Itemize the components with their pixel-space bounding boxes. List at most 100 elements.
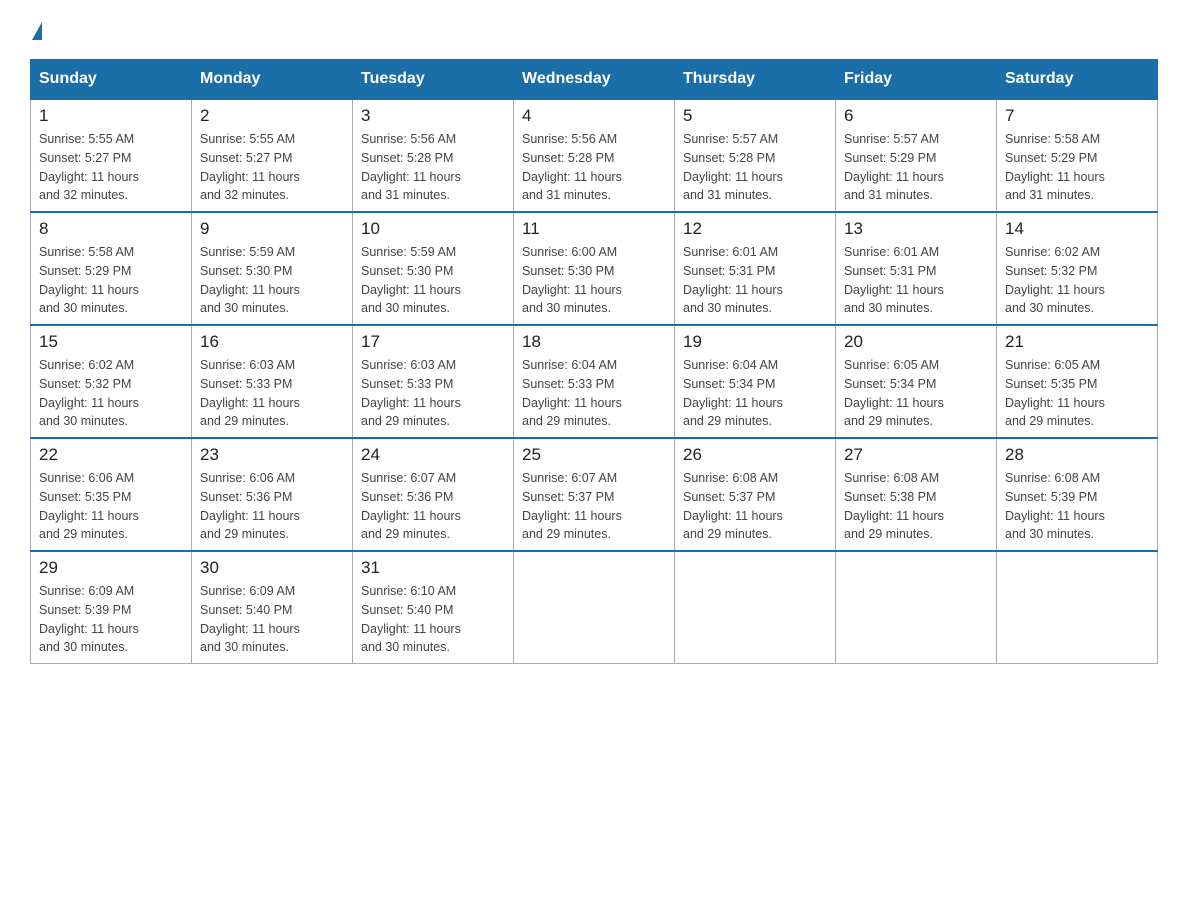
calendar-cell xyxy=(836,551,997,664)
calendar-cell xyxy=(997,551,1158,664)
day-info: Sunrise: 6:03 AMSunset: 5:33 PMDaylight:… xyxy=(361,356,505,431)
day-info: Sunrise: 5:56 AMSunset: 5:28 PMDaylight:… xyxy=(361,130,505,205)
calendar-cell: 26 Sunrise: 6:08 AMSunset: 5:37 PMDayligh… xyxy=(675,438,836,551)
calendar-cell: 4Sunrise: 5:56 AMSunset: 5:28 PMDaylight… xyxy=(514,99,675,212)
day-info: Sunrise: 6:03 AMSunset: 5:33 PMDaylight:… xyxy=(200,356,344,431)
day-number: 2 xyxy=(200,106,344,126)
day-number: 1 xyxy=(39,106,183,126)
calendar-cell: 1Sunrise: 5:55 AMSunset: 5:27 PMDaylight… xyxy=(31,99,192,212)
day-number: 3 xyxy=(361,106,505,126)
day-number: 12 xyxy=(683,219,827,239)
day-number: 21 xyxy=(1005,332,1149,352)
calendar-cell xyxy=(675,551,836,664)
calendar-cell: 15 Sunrise: 6:02 AMSunset: 5:32 PMDayligh… xyxy=(31,325,192,438)
calendar-cell: 25 Sunrise: 6:07 AMSunset: 5:37 PMDayligh… xyxy=(514,438,675,551)
calendar-cell: 8Sunrise: 5:58 AMSunset: 5:29 PMDaylight… xyxy=(31,212,192,325)
calendar-cell: 31Sunrise: 6:10 AMSunset: 5:40 PMDayligh… xyxy=(353,551,514,664)
day-info: Sunrise: 5:55 AMSunset: 5:27 PMDaylight:… xyxy=(200,130,344,205)
calendar-cell: 19 Sunrise: 6:04 AMSunset: 5:34 PMDayligh… xyxy=(675,325,836,438)
day-info: Sunrise: 6:02 AMSunset: 5:32 PMDaylight:… xyxy=(1005,243,1149,318)
calendar-cell: 17 Sunrise: 6:03 AMSunset: 5:33 PMDayligh… xyxy=(353,325,514,438)
day-number: 13 xyxy=(844,219,988,239)
day-number: 25 xyxy=(522,445,666,465)
calendar-cell xyxy=(514,551,675,664)
calendar-cell: 20 Sunrise: 6:05 AMSunset: 5:34 PMDayligh… xyxy=(836,325,997,438)
calendar-cell: 2 Sunrise: 5:55 AMSunset: 5:27 PMDaylight… xyxy=(192,99,353,212)
day-info: Sunrise: 6:08 AMSunset: 5:37 PMDaylight:… xyxy=(683,469,827,544)
calendar-cell: 28 Sunrise: 6:08 AMSunset: 5:39 PMDayligh… xyxy=(997,438,1158,551)
page-header xyxy=(30,20,1158,43)
calendar-cell: 27 Sunrise: 6:08 AMSunset: 5:38 PMDayligh… xyxy=(836,438,997,551)
week-row-3: 15 Sunrise: 6:02 AMSunset: 5:32 PMDayligh… xyxy=(31,325,1158,438)
day-number: 4 xyxy=(522,106,666,126)
week-row-4: 22 Sunrise: 6:06 AMSunset: 5:35 PMDayligh… xyxy=(31,438,1158,551)
calendar-cell: 29Sunrise: 6:09 AMSunset: 5:39 PMDayligh… xyxy=(31,551,192,664)
day-info: Sunrise: 6:02 AMSunset: 5:32 PMDaylight:… xyxy=(39,356,183,431)
day-info: Sunrise: 6:08 AMSunset: 5:39 PMDaylight:… xyxy=(1005,469,1149,544)
day-number: 31 xyxy=(361,558,505,578)
day-number: 28 xyxy=(1005,445,1149,465)
day-info: Sunrise: 6:01 AMSunset: 5:31 PMDaylight:… xyxy=(844,243,988,318)
calendar-cell: 6 Sunrise: 5:57 AMSunset: 5:29 PMDaylight… xyxy=(836,99,997,212)
day-info: Sunrise: 5:59 AMSunset: 5:30 PMDaylight:… xyxy=(361,243,505,318)
day-header-tuesday: Tuesday xyxy=(353,60,514,100)
week-row-1: 1 Sunrise: 5:55 AMSunset: 5:27 PMDaylight… xyxy=(31,99,1158,212)
day-header-friday: Friday xyxy=(836,60,997,100)
day-number: 7 xyxy=(1005,106,1149,126)
day-number: 15 xyxy=(39,332,183,352)
day-info: Sunrise: 6:04 AMSunset: 5:33 PMDaylight:… xyxy=(522,356,666,431)
calendar-cell: 22 Sunrise: 6:06 AMSunset: 5:35 PMDayligh… xyxy=(31,438,192,551)
day-info: Sunrise: 6:06 AMSunset: 5:36 PMDaylight:… xyxy=(200,469,344,544)
days-header-row: SundayMondayTuesdayWednesdayThursdayFrid… xyxy=(31,60,1158,100)
day-number: 16 xyxy=(200,332,344,352)
day-info: Sunrise: 6:06 AMSunset: 5:35 PMDaylight:… xyxy=(39,469,183,544)
day-info: Sunrise: 6:08 AMSunset: 5:38 PMDaylight:… xyxy=(844,469,988,544)
day-info: Sunrise: 6:00 AMSunset: 5:30 PMDaylight:… xyxy=(522,243,666,318)
day-number: 19 xyxy=(683,332,827,352)
day-number: 22 xyxy=(39,445,183,465)
day-number: 27 xyxy=(844,445,988,465)
calendar-cell: 5Sunrise: 5:57 AMSunset: 5:28 PMDaylight… xyxy=(675,99,836,212)
calendar-table: SundayMondayTuesdayWednesdayThursdayFrid… xyxy=(30,59,1158,664)
calendar-cell: 9Sunrise: 5:59 AMSunset: 5:30 PMDaylight… xyxy=(192,212,353,325)
day-info: Sunrise: 6:09 AMSunset: 5:40 PMDaylight:… xyxy=(200,582,344,657)
day-number: 14 xyxy=(1005,219,1149,239)
day-info: Sunrise: 6:05 AMSunset: 5:34 PMDaylight:… xyxy=(844,356,988,431)
day-info: Sunrise: 5:57 AMSunset: 5:28 PMDaylight:… xyxy=(683,130,827,205)
week-row-5: 29Sunrise: 6:09 AMSunset: 5:39 PMDayligh… xyxy=(31,551,1158,664)
calendar-cell: 7 Sunrise: 5:58 AMSunset: 5:29 PMDaylight… xyxy=(997,99,1158,212)
day-info: Sunrise: 5:58 AMSunset: 5:29 PMDaylight:… xyxy=(39,243,183,318)
day-info: Sunrise: 5:57 AMSunset: 5:29 PMDaylight:… xyxy=(844,130,988,205)
calendar-cell: 16 Sunrise: 6:03 AMSunset: 5:33 PMDayligh… xyxy=(192,325,353,438)
day-info: Sunrise: 6:04 AMSunset: 5:34 PMDaylight:… xyxy=(683,356,827,431)
day-number: 29 xyxy=(39,558,183,578)
logo-triangle-icon xyxy=(32,22,42,40)
day-number: 30 xyxy=(200,558,344,578)
day-header-sunday: Sunday xyxy=(31,60,192,100)
logo xyxy=(30,20,42,43)
day-number: 6 xyxy=(844,106,988,126)
day-number: 17 xyxy=(361,332,505,352)
day-info: Sunrise: 6:05 AMSunset: 5:35 PMDaylight:… xyxy=(1005,356,1149,431)
day-info: Sunrise: 6:07 AMSunset: 5:37 PMDaylight:… xyxy=(522,469,666,544)
calendar-cell: 3 Sunrise: 5:56 AMSunset: 5:28 PMDaylight… xyxy=(353,99,514,212)
calendar-cell: 24Sunrise: 6:07 AMSunset: 5:36 PMDayligh… xyxy=(353,438,514,551)
day-info: Sunrise: 6:01 AMSunset: 5:31 PMDaylight:… xyxy=(683,243,827,318)
day-number: 18 xyxy=(522,332,666,352)
day-number: 20 xyxy=(844,332,988,352)
calendar-cell: 11Sunrise: 6:00 AMSunset: 5:30 PMDayligh… xyxy=(514,212,675,325)
day-header-saturday: Saturday xyxy=(997,60,1158,100)
day-number: 10 xyxy=(361,219,505,239)
calendar-cell: 18 Sunrise: 6:04 AMSunset: 5:33 PMDayligh… xyxy=(514,325,675,438)
calendar-cell: 23Sunrise: 6:06 AMSunset: 5:36 PMDayligh… xyxy=(192,438,353,551)
calendar-cell: 12 Sunrise: 6:01 AMSunset: 5:31 PMDayligh… xyxy=(675,212,836,325)
calendar-cell: 13 Sunrise: 6:01 AMSunset: 5:31 PMDayligh… xyxy=(836,212,997,325)
day-number: 26 xyxy=(683,445,827,465)
day-header-thursday: Thursday xyxy=(675,60,836,100)
calendar-cell: 10 Sunrise: 5:59 AMSunset: 5:30 PMDayligh… xyxy=(353,212,514,325)
calendar-cell: 30 Sunrise: 6:09 AMSunset: 5:40 PMDayligh… xyxy=(192,551,353,664)
day-info: Sunrise: 5:58 AMSunset: 5:29 PMDaylight:… xyxy=(1005,130,1149,205)
day-number: 9 xyxy=(200,219,344,239)
day-number: 24 xyxy=(361,445,505,465)
calendar-cell: 14 Sunrise: 6:02 AMSunset: 5:32 PMDayligh… xyxy=(997,212,1158,325)
